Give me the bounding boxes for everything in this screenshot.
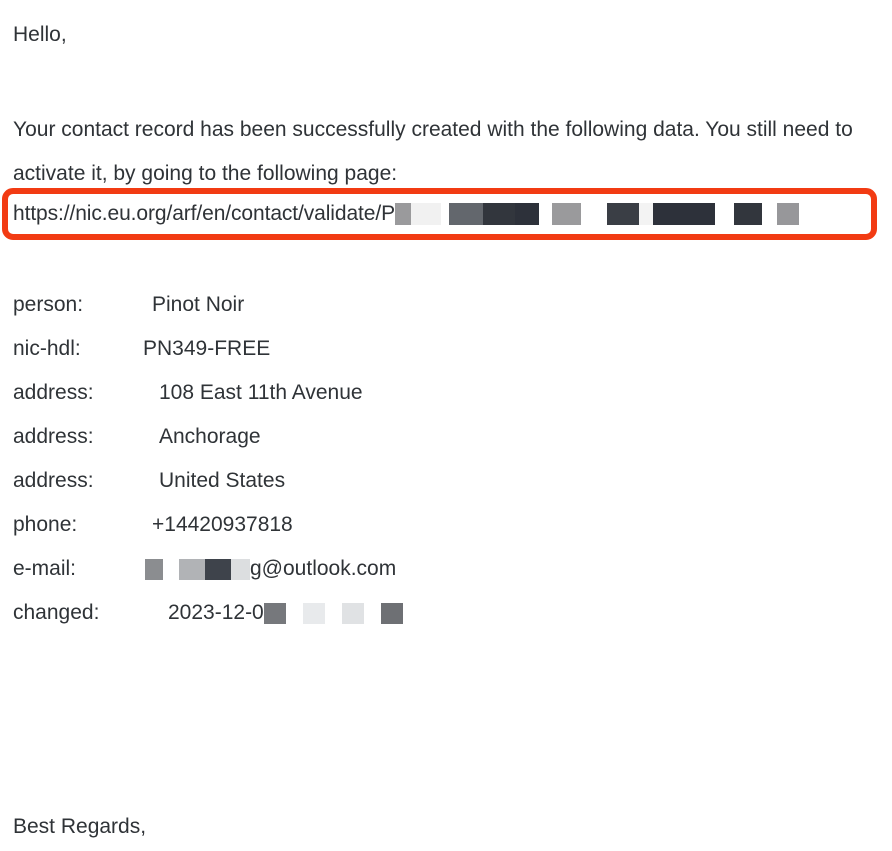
redaction-gap [762,203,777,225]
record-field-row: address: 108 East 11th Avenue [0,371,892,415]
record-field-value: 108 East 11th Avenue [159,381,363,404]
redaction-block [205,558,231,580]
redaction-block [395,203,411,225]
record-field-value-suffix: g@outlook.com [250,557,397,580]
record-field-value: +14420937818 [152,513,293,536]
record-field-row: e-mail: g@outlook.com [0,547,892,591]
record-field-row: phone: +14420937818 [0,503,892,547]
record-field-value: 2023-12-0 [168,600,403,626]
redaction-gap [581,203,607,225]
record-field-label: e-mail: [13,557,77,580]
activation-url-line: https://nic.eu.org/arf/en/contact/valida… [13,201,799,227]
email-message-body: Hello, Your contact record has been succ… [0,0,892,851]
redaction-block [179,558,205,580]
record-field-label: person: [13,293,84,316]
redaction-gap [163,559,179,580]
redaction-gap [325,603,342,624]
redaction-block [145,558,163,580]
redaction-block [777,203,799,225]
redaction-block [607,203,639,225]
redaction-block [263,602,286,624]
email-intro-paragraph: Your contact record has been successfull… [13,118,853,185]
record-field-value: PN349-FREE [143,337,271,360]
redaction-gap [441,203,449,225]
activation-url-redaction [395,201,799,227]
redaction-gap [364,603,381,624]
record-field-value: Pinot Noir [152,293,245,316]
redaction-block [639,203,653,225]
redaction-block [449,203,483,225]
record-field-label: changed: [13,601,100,624]
redaction-block [483,203,515,225]
redaction-gap [286,603,303,624]
redaction-block [302,602,325,624]
record-field-value: Anchorage [159,425,261,448]
record-field-row: nic-hdl: PN349-FREE [0,327,892,371]
redaction-block [341,602,364,624]
record-field-row: person: Pinot Noir [0,283,892,327]
record-field-redaction [145,556,250,582]
email-signoff: Best Regards, [13,815,147,838]
record-field-label: address: [13,469,94,492]
redaction-block [653,203,715,225]
activation-url-highlight-box: https://nic.eu.org/arf/en/contact/valida… [2,188,877,240]
redaction-block [734,203,762,225]
record-field-value: United States [159,469,286,492]
record-field-label: address: [13,381,94,404]
redaction-block [380,602,403,624]
email-greeting: Hello, [13,23,67,46]
record-field-value: g@outlook.com [145,556,396,582]
redaction-block [515,203,539,225]
record-field-row: address: United States [0,459,892,503]
record-field-value-prefix: 2023-12-0 [168,601,264,624]
record-field-row: address: Anchorage [0,415,892,459]
redaction-gap [539,203,552,225]
record-field-redaction [263,600,403,626]
record-field-label: nic-hdl: [13,337,81,360]
redaction-gap [715,203,734,225]
record-field-label: phone: [13,513,78,536]
activation-url-text[interactable]: https://nic.eu.org/arf/en/contact/valida… [13,201,395,227]
redaction-block [231,558,250,580]
contact-record-fields: person: Pinot Noir nic-hdl: PN349-FREE addre… [0,283,892,635]
redaction-block [411,203,441,225]
record-field-row: changed: 2023-12-0 [0,591,892,635]
redaction-block [552,203,581,225]
record-field-label: address: [13,425,94,448]
